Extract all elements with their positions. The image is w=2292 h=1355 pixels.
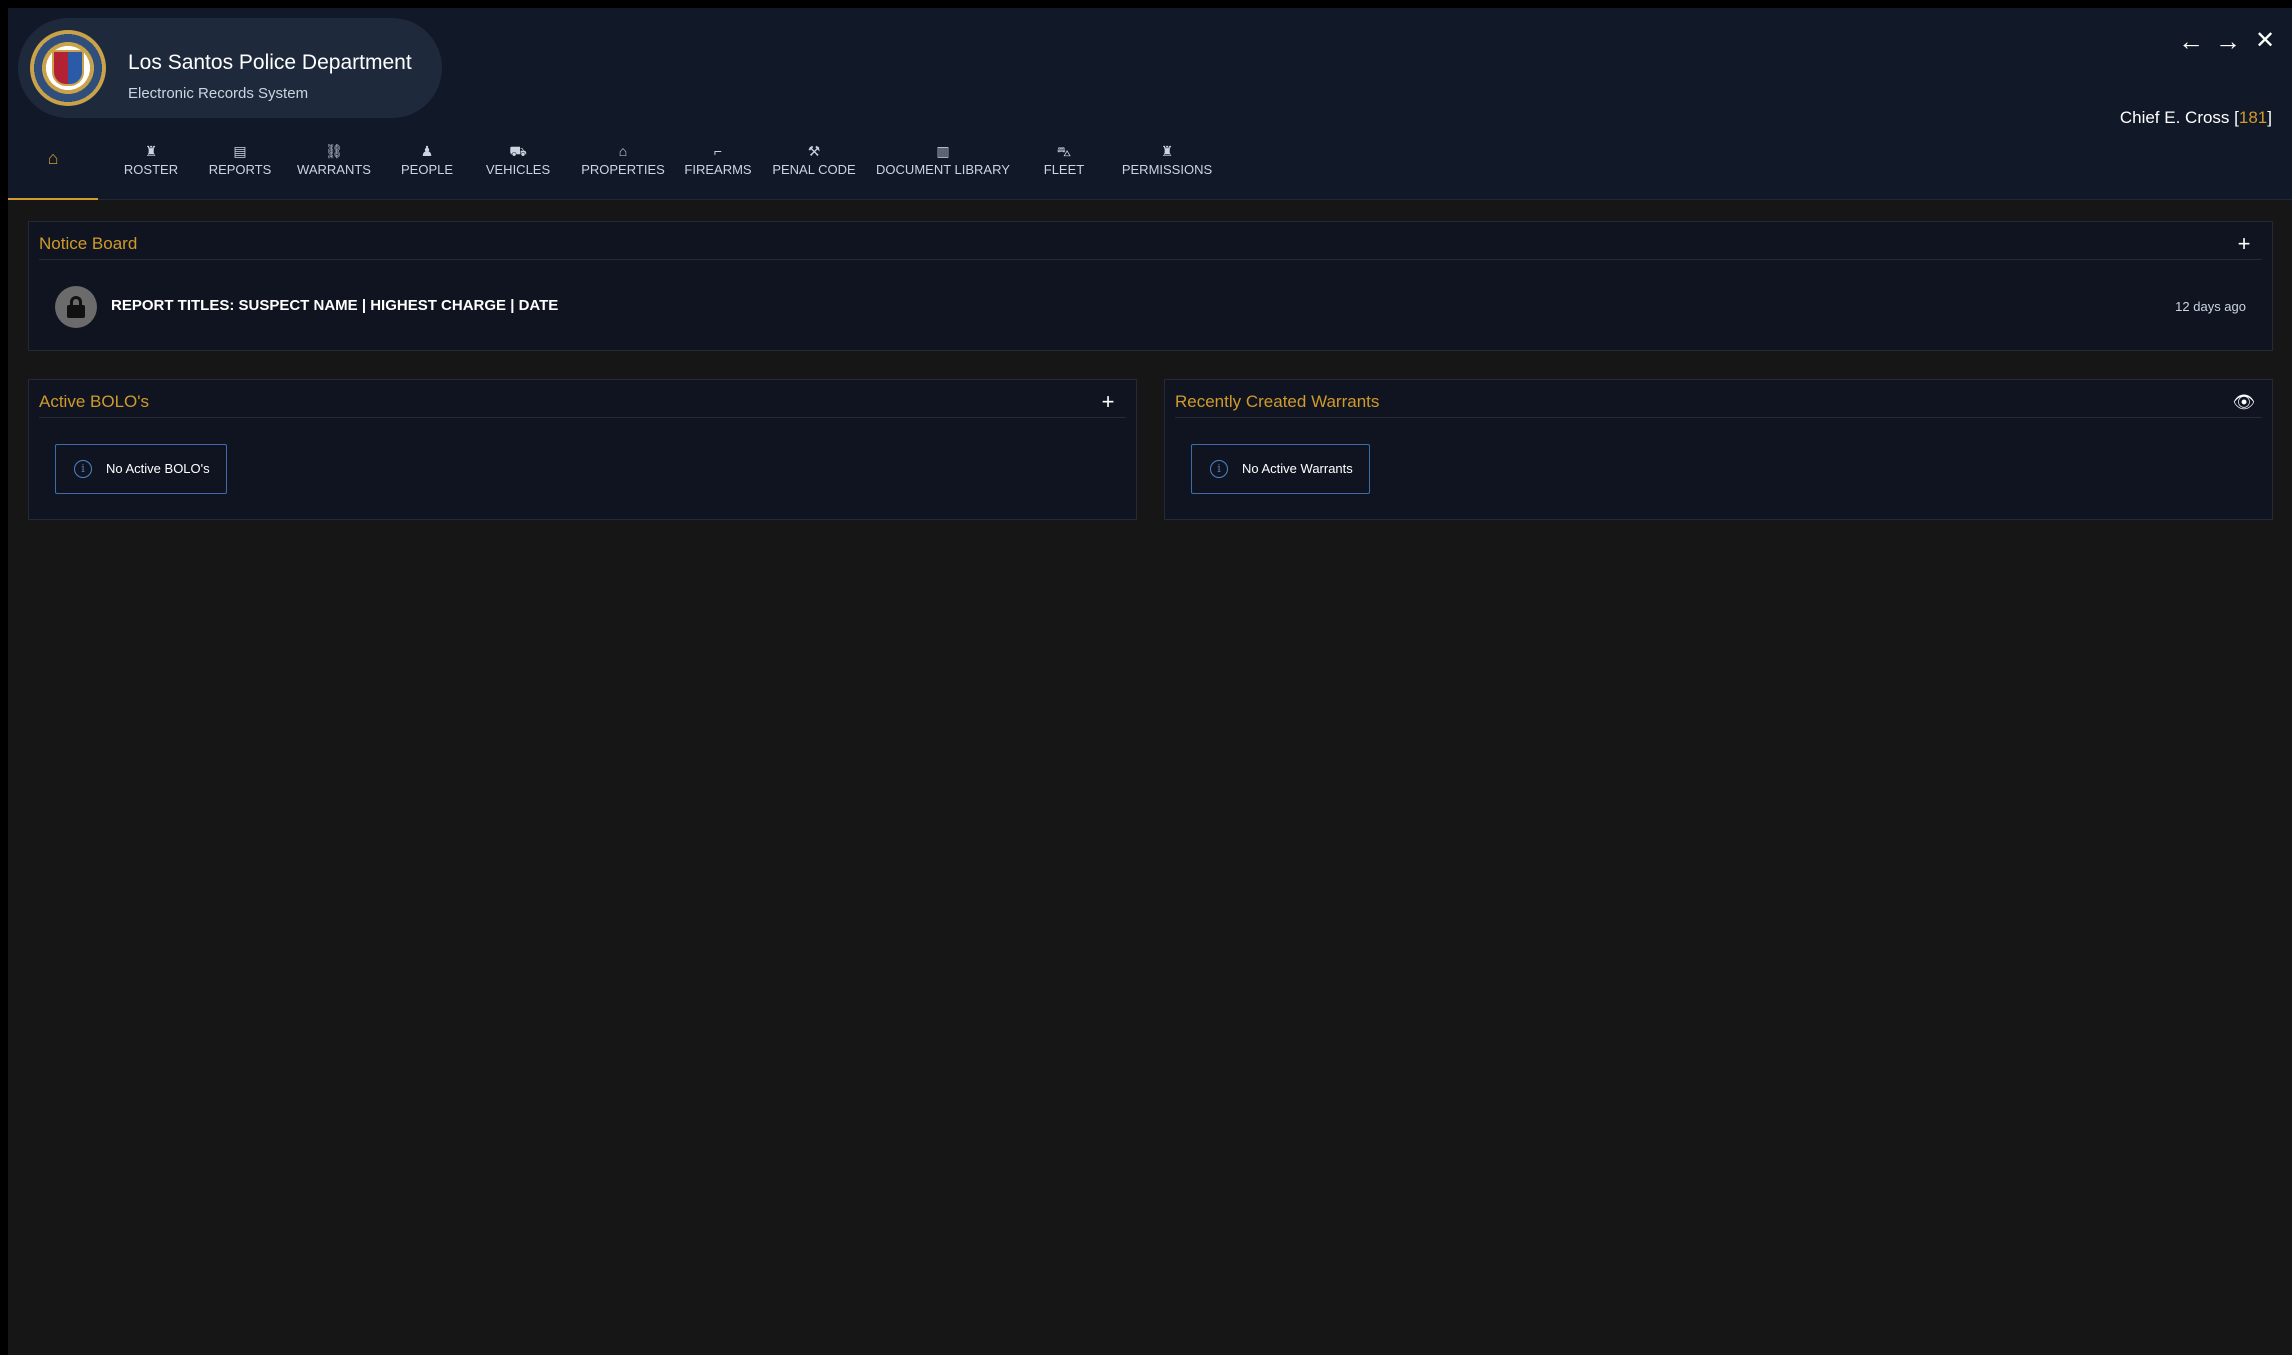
info-icon: i — [1210, 460, 1228, 478]
nav-penal-code-label: PENAL CODE — [772, 162, 856, 177]
home-icon: ⌂ — [47, 148, 59, 168]
empty-warrants-alert: i No Active Warrants — [1191, 444, 1370, 494]
notice-item-time: 12 days ago — [2175, 299, 2246, 314]
current-user: Chief E. Cross [181] — [2120, 108, 2272, 128]
house-icon: ⌂ — [618, 143, 628, 159]
empty-bolos-alert: i No Active BOLO's — [55, 444, 227, 494]
divider — [1175, 417, 2262, 418]
nav-permissions[interactable]: ♜ PERMISSIONS — [1112, 140, 1222, 200]
recent-warrants-panel: Recently Created Warrants 👁 i No Active … — [1164, 379, 2273, 520]
nav-people-label: PEOPLE — [400, 162, 454, 177]
eye-icon[interactable]: 👁 — [2232, 390, 2256, 414]
nav-vehicles-label: VEHICLES — [485, 162, 551, 177]
user-shield-icon: ♜ — [1160, 143, 1174, 159]
close-icon[interactable]: ✕ — [2250, 26, 2280, 56]
empty-bolos-text: No Active BOLO's — [106, 461, 210, 476]
add-notice-button[interactable]: + — [2232, 232, 2256, 256]
nav-properties[interactable]: ⌂ PROPERTIES — [570, 140, 676, 200]
nav-firearms-label: FIREARMS — [684, 162, 752, 177]
forward-arrow-icon[interactable]: → — [2213, 26, 2243, 56]
user-bracket: ] — [2267, 108, 2272, 127]
nav-vehicles[interactable]: ⛟ VEHICLES — [476, 140, 560, 200]
divider — [39, 417, 1126, 418]
car-front-icon: ⛍ — [1056, 143, 1072, 159]
person-icon: ♟ — [420, 143, 434, 159]
user-name: Chief E. Cross [ — [2119, 108, 2239, 127]
file-icon: ▤ — [233, 143, 247, 159]
nav-permissions-label: PERMISSIONS — [1121, 162, 1213, 177]
mdt-window: Los Santos Police Department Electronic … — [8, 8, 2292, 1355]
officer-icon: ♜ — [144, 143, 158, 159]
nav-document-library-label: DOCUMENT LIBRARY — [876, 162, 1010, 177]
nav-document-library[interactable]: ▥ DOCUMENT LIBRARY — [872, 140, 1014, 200]
nav-home[interactable]: ⌂ — [8, 140, 98, 200]
gavel-icon: ⚒ — [807, 143, 821, 159]
nav-reports-label: REPORTS — [208, 162, 272, 177]
recent-warrants-title: Recently Created Warrants — [1175, 392, 1380, 411]
nav-properties-label: PROPERTIES — [581, 162, 665, 177]
books-icon: ▥ — [936, 143, 950, 159]
header-bar: Los Santos Police Department Electronic … — [8, 8, 2292, 200]
nav-fleet[interactable]: ⛍ FLEET — [1024, 140, 1104, 200]
nav-roster[interactable]: ♜ ROSTER — [116, 140, 186, 200]
empty-warrants-text: No Active Warrants — [1242, 461, 1353, 476]
nav-firearms[interactable]: ⌐ FIREARMS — [678, 140, 758, 200]
lspd-seal-logo — [30, 30, 106, 106]
department-subtitle: Electronic Records System — [128, 85, 309, 102]
handcuffs-icon: ⛓ — [325, 143, 343, 159]
notice-board-panel: Notice Board + REPORT TITLES: SUSPECT NA… — [28, 221, 2273, 351]
car-icon: ⛟ — [509, 143, 527, 159]
active-bolos-panel: Active BOLO's + i No Active BOLO's — [28, 379, 1137, 520]
back-arrow-icon[interactable]: ← — [2176, 26, 2206, 56]
info-icon: i — [74, 460, 92, 478]
main-nav: ⌂ ♜ ROSTER ▤ REPORTS ⛓ WARRANTS ♟ PEOPLE… — [8, 140, 1248, 200]
notice-item-title[interactable]: REPORT TITLES: SUSPECT NAME | HIGHEST CH… — [111, 297, 558, 314]
department-title: Los Santos Police Department — [128, 51, 412, 74]
nav-roster-label: ROSTER — [123, 162, 179, 177]
add-bolo-button[interactable]: + — [1096, 390, 1120, 414]
gun-icon: ⌐ — [713, 143, 723, 159]
nav-warrants[interactable]: ⛓ WARRANTS — [292, 140, 376, 200]
department-brand: Los Santos Police Department Electronic … — [18, 18, 442, 118]
nav-reports[interactable]: ▤ REPORTS — [204, 140, 276, 200]
notice-board-title: Notice Board — [39, 234, 138, 253]
nav-warrants-label: WARRANTS — [297, 162, 371, 177]
active-bolos-title: Active BOLO's — [39, 392, 150, 411]
nav-people[interactable]: ♟ PEOPLE — [394, 140, 460, 200]
nav-fleet-label: FLEET — [1043, 162, 1085, 177]
user-badge-number: 181 — [2238, 108, 2268, 127]
divider — [39, 259, 2262, 260]
nav-penal-code[interactable]: ⚒ PENAL CODE — [768, 140, 860, 200]
lock-icon — [55, 286, 97, 328]
